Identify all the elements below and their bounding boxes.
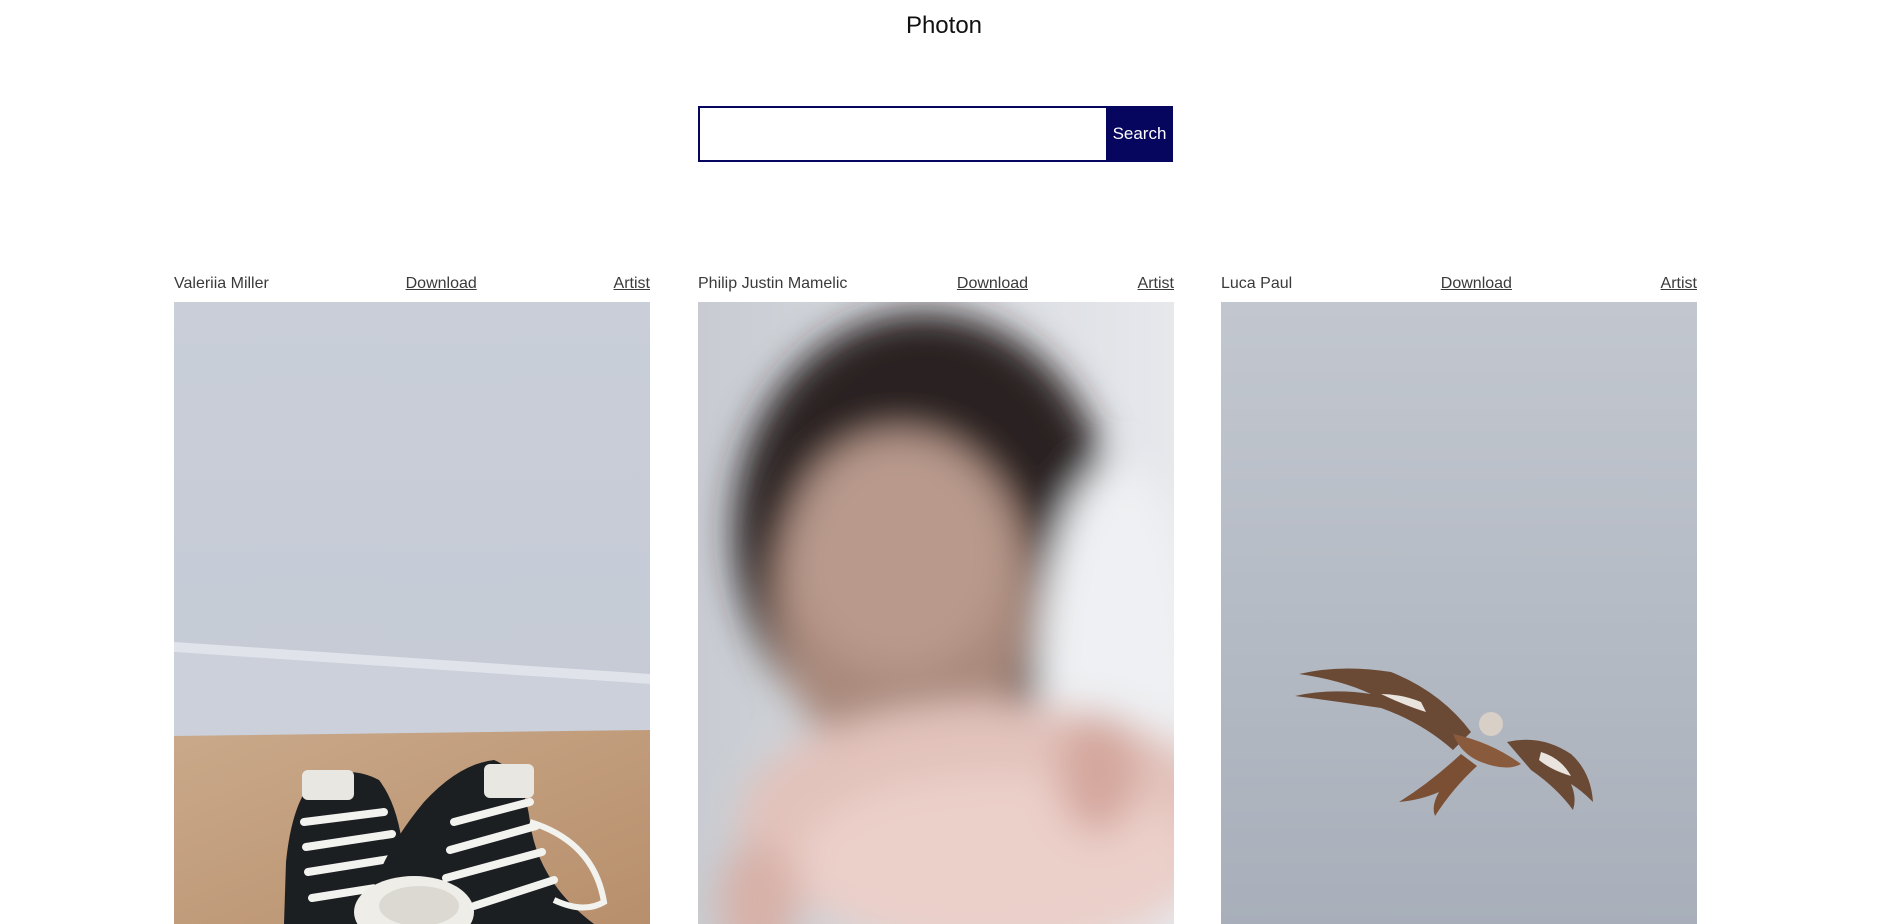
artist-link[interactable]: Artist (1138, 275, 1174, 293)
blurred-person-image (698, 302, 1174, 924)
artist-link[interactable]: Artist (614, 275, 650, 293)
search-button[interactable]: Search (1106, 106, 1173, 162)
artist-link[interactable]: Artist (1661, 275, 1697, 293)
artist-name: Luca Paul (1221, 275, 1293, 292)
photo-card: Philip Justin Mamelic Download Artist (698, 274, 1174, 924)
photo-image[interactable] (174, 302, 650, 924)
photo-image[interactable] (1221, 302, 1697, 924)
artist-name: Philip Justin Mamelic (698, 275, 848, 292)
photo-card: Luca Paul Download Artist (1221, 274, 1697, 924)
photo-image[interactable] (698, 302, 1174, 924)
photo-card: Valeriia Miller Download Artist (174, 274, 650, 924)
artist-name: Valeriia Miller (174, 275, 269, 292)
flying-bird-image (1221, 302, 1697, 924)
photo-card-meta: Luca Paul Download Artist (1221, 274, 1697, 294)
photo-card-meta: Philip Justin Mamelic Download Artist (698, 274, 1174, 294)
download-link[interactable]: Download (957, 275, 1028, 293)
search-form: Search (698, 106, 1173, 162)
sneakers-image (174, 302, 650, 924)
photo-card-meta: Valeriia Miller Download Artist (174, 274, 650, 294)
page-title: Photon (905, 12, 983, 39)
search-input[interactable] (698, 106, 1106, 162)
download-link[interactable]: Download (406, 275, 477, 293)
download-link[interactable]: Download (1441, 275, 1512, 293)
